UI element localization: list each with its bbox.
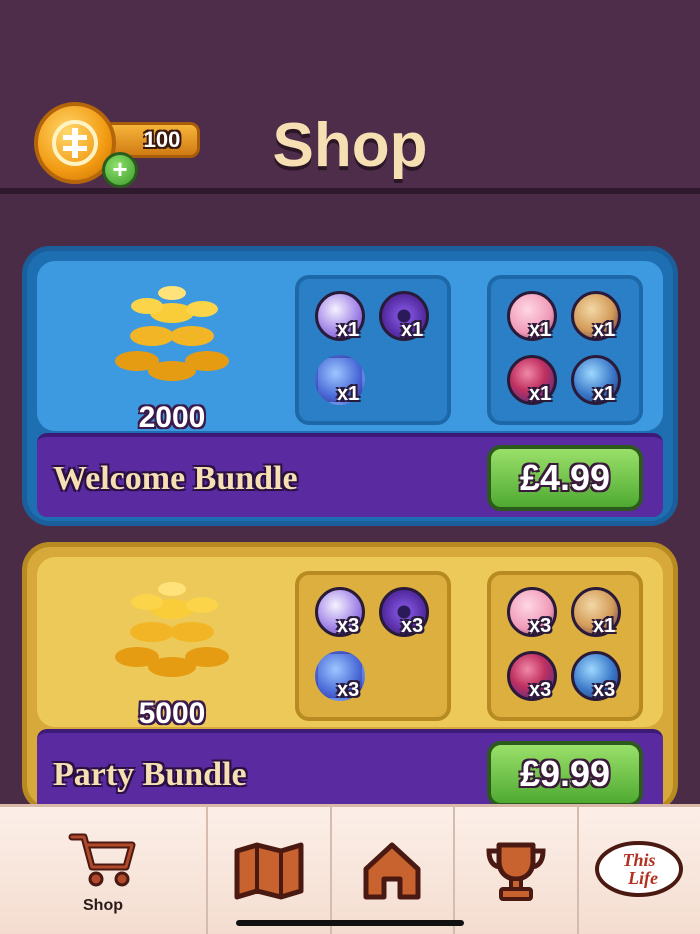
home-icon: [363, 842, 421, 900]
speaker-item: x3: [377, 585, 435, 643]
rocket-item: x1: [505, 353, 563, 411]
bundle-bar: Party Bundle £9.99: [37, 729, 663, 813]
trophy-icon: [486, 842, 546, 901]
nav-map[interactable]: [208, 807, 332, 934]
this-life-logo: This Life: [595, 841, 684, 897]
dice-item: x3: [505, 585, 563, 643]
coin-pile-icon: [115, 582, 229, 677]
svg-text:This: This: [623, 850, 656, 870]
glove-item: x1: [569, 289, 627, 347]
bundle-bar: Welcome Bundle £4.99: [37, 433, 663, 517]
microphone-item: x3: [313, 649, 371, 707]
nav-this-life[interactable]: This Life: [579, 807, 700, 934]
item-quantity: x3: [529, 615, 552, 637]
rocket-item: x3: [505, 649, 563, 707]
map-icon: [234, 842, 304, 900]
camera-item: x1: [569, 353, 627, 411]
item-quantity: x1: [529, 383, 552, 405]
disco-ball-item: x1: [313, 289, 371, 347]
items-box: x3 x1 x3 x3: [487, 571, 643, 721]
dice-item: x1: [505, 289, 563, 347]
items-box: x1 x1 x1: [295, 275, 451, 425]
bundle-name: Welcome Bundle: [53, 460, 298, 497]
svg-text:Life: Life: [627, 868, 658, 888]
item-quantity: x1: [593, 383, 616, 405]
coin-amount: 5000: [138, 697, 206, 730]
item-quantity: x3: [529, 679, 552, 701]
party-bundle-card: 5000 x3 x3 x3 x3 x1 x3 x3 Party Bundle £…: [22, 542, 678, 813]
item-quantity: x1: [337, 383, 360, 405]
page-title: Shop: [272, 111, 428, 180]
nav-shop-label: Shop: [83, 897, 123, 914]
shop-cart-icon: [68, 833, 136, 887]
item-quantity: x3: [337, 679, 360, 701]
item-quantity: x3: [593, 679, 616, 701]
bottom-nav: Shop This Life: [0, 804, 700, 934]
nav-trophies[interactable]: [455, 807, 579, 934]
welcome-bundle-card: 2000 x1 x1 x1 x1 x1 x1 x1 Welcome Bundle…: [22, 246, 678, 526]
bundle-name: Party Bundle: [53, 756, 247, 793]
speaker-item: x1: [377, 289, 435, 347]
add-coins-button[interactable]: +: [102, 152, 138, 188]
glove-item: x1: [569, 585, 627, 643]
item-quantity: x3: [401, 615, 424, 637]
disco-ball-item: x3: [313, 585, 371, 643]
home-indicator: [236, 920, 464, 926]
item-quantity: x1: [337, 319, 360, 341]
coin-balance: 100: [143, 127, 181, 152]
buy-party-bundle-button[interactable]: £9.99: [487, 741, 643, 807]
nav-shop[interactable]: Shop: [0, 807, 208, 934]
items-box: x1 x1 x1 x1: [487, 275, 643, 425]
item-quantity: x1: [593, 615, 616, 637]
item-quantity: x3: [337, 615, 360, 637]
items-box: x3 x3 x3: [295, 571, 451, 721]
item-quantity: x1: [401, 319, 424, 341]
microphone-item: x1: [313, 353, 371, 411]
bundle-contents: 5000 x3 x3 x3 x3 x1 x3 x3: [37, 557, 663, 730]
coin-amount: 2000: [138, 401, 206, 434]
camera-item: x3: [569, 649, 627, 707]
buy-welcome-bundle-button[interactable]: £4.99: [487, 445, 643, 511]
coin-pile-icon: [115, 286, 229, 381]
nav-home[interactable]: [332, 807, 455, 934]
bundle-contents: 2000 x1 x1 x1 x1 x1 x1 x1: [37, 261, 663, 434]
header-divider: [0, 188, 700, 194]
item-quantity: x1: [529, 319, 552, 341]
item-quantity: x1: [593, 319, 616, 341]
